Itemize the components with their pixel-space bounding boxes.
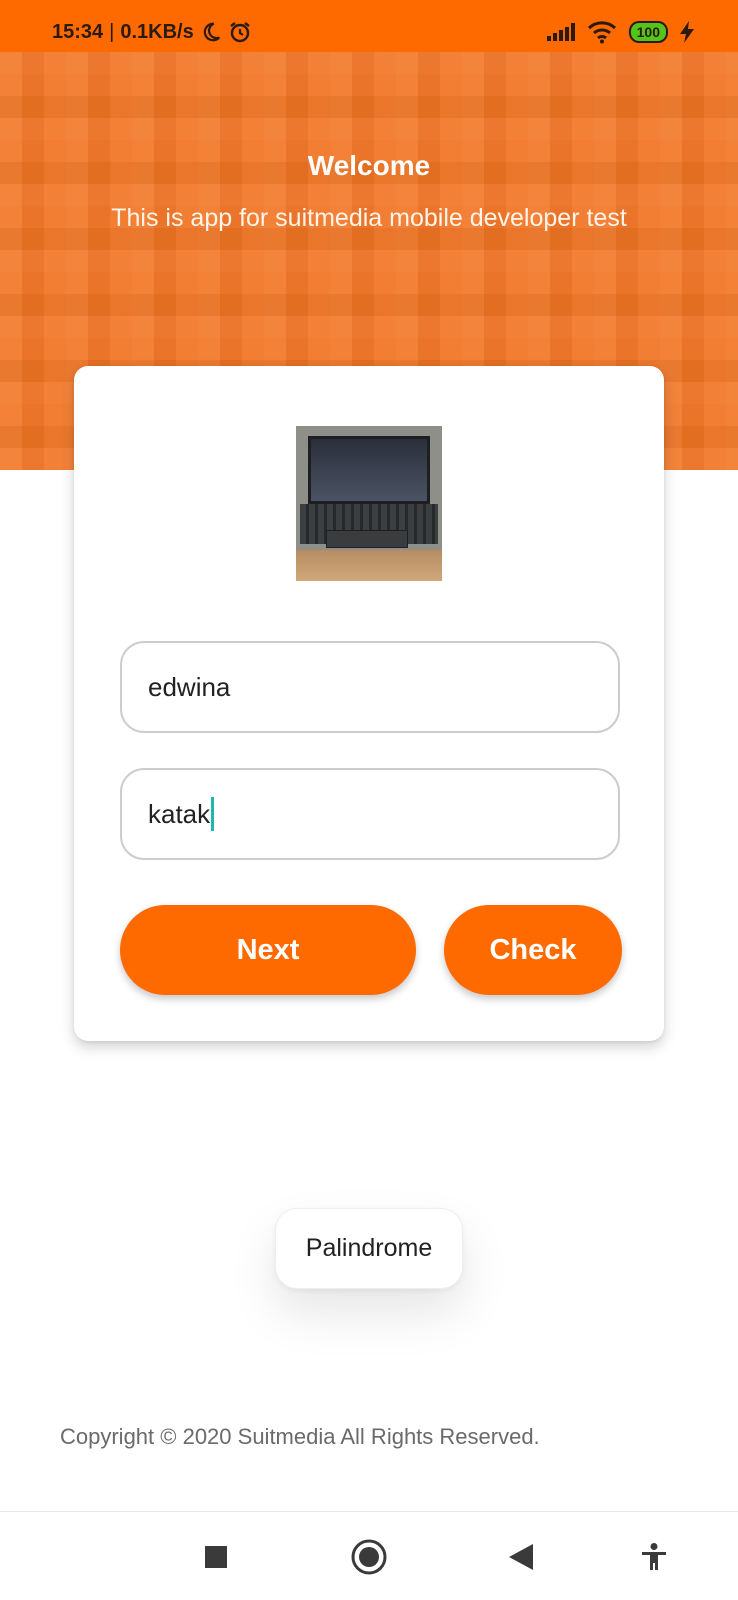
photo-laptop-screen xyxy=(308,436,430,504)
charging-icon xyxy=(680,21,694,43)
system-navigation-bar xyxy=(0,1511,738,1600)
form-card: edwina katak Next Check xyxy=(74,366,664,1041)
network-speed: 0.1KB/s xyxy=(120,20,194,43)
palindrome-input[interactable]: katak xyxy=(120,768,620,860)
wifi-icon xyxy=(587,21,616,44)
status-time: 15:34 xyxy=(52,20,104,43)
photo-laptop-touchpad xyxy=(326,530,408,548)
text-caret xyxy=(211,797,215,831)
status-left: 15:34 | 0.1KB/s xyxy=(52,20,252,44)
signal-icon xyxy=(546,23,575,41)
home-button[interactable] xyxy=(347,1512,391,1600)
welcome-title: Welcome xyxy=(307,150,431,181)
palindrome-result-toast: Palindrome xyxy=(275,1208,463,1289)
recents-icon xyxy=(205,1545,227,1568)
back-icon xyxy=(509,1543,533,1570)
photo-desk xyxy=(296,550,442,581)
accessibility-button[interactable] xyxy=(636,1512,672,1600)
check-button[interactable]: Check xyxy=(444,905,622,995)
moon-icon xyxy=(203,22,220,42)
name-input-value: edwina xyxy=(148,671,231,702)
profile-photo[interactable] xyxy=(296,426,442,581)
name-input[interactable]: edwina xyxy=(120,641,620,733)
copyright-text: Copyright © 2020 Suitmedia All Rights Re… xyxy=(60,1424,540,1449)
palindrome-result-text: Palindrome xyxy=(305,1234,433,1262)
status-right: 100 xyxy=(546,20,694,44)
alarm-icon xyxy=(230,22,250,43)
battery-level: 100 xyxy=(636,24,660,40)
status-separator: | xyxy=(109,20,115,43)
next-button[interactable]: Next xyxy=(120,905,416,995)
back-button[interactable] xyxy=(503,1512,539,1600)
welcome-subtitle: This is app for suitmedia mobile develop… xyxy=(111,204,627,232)
battery-icon: 100 xyxy=(628,21,668,43)
home-icon xyxy=(351,1539,387,1574)
accessibility-icon xyxy=(642,1542,666,1570)
recents-button[interactable] xyxy=(198,1512,234,1600)
palindrome-input-value: katak xyxy=(148,798,211,829)
